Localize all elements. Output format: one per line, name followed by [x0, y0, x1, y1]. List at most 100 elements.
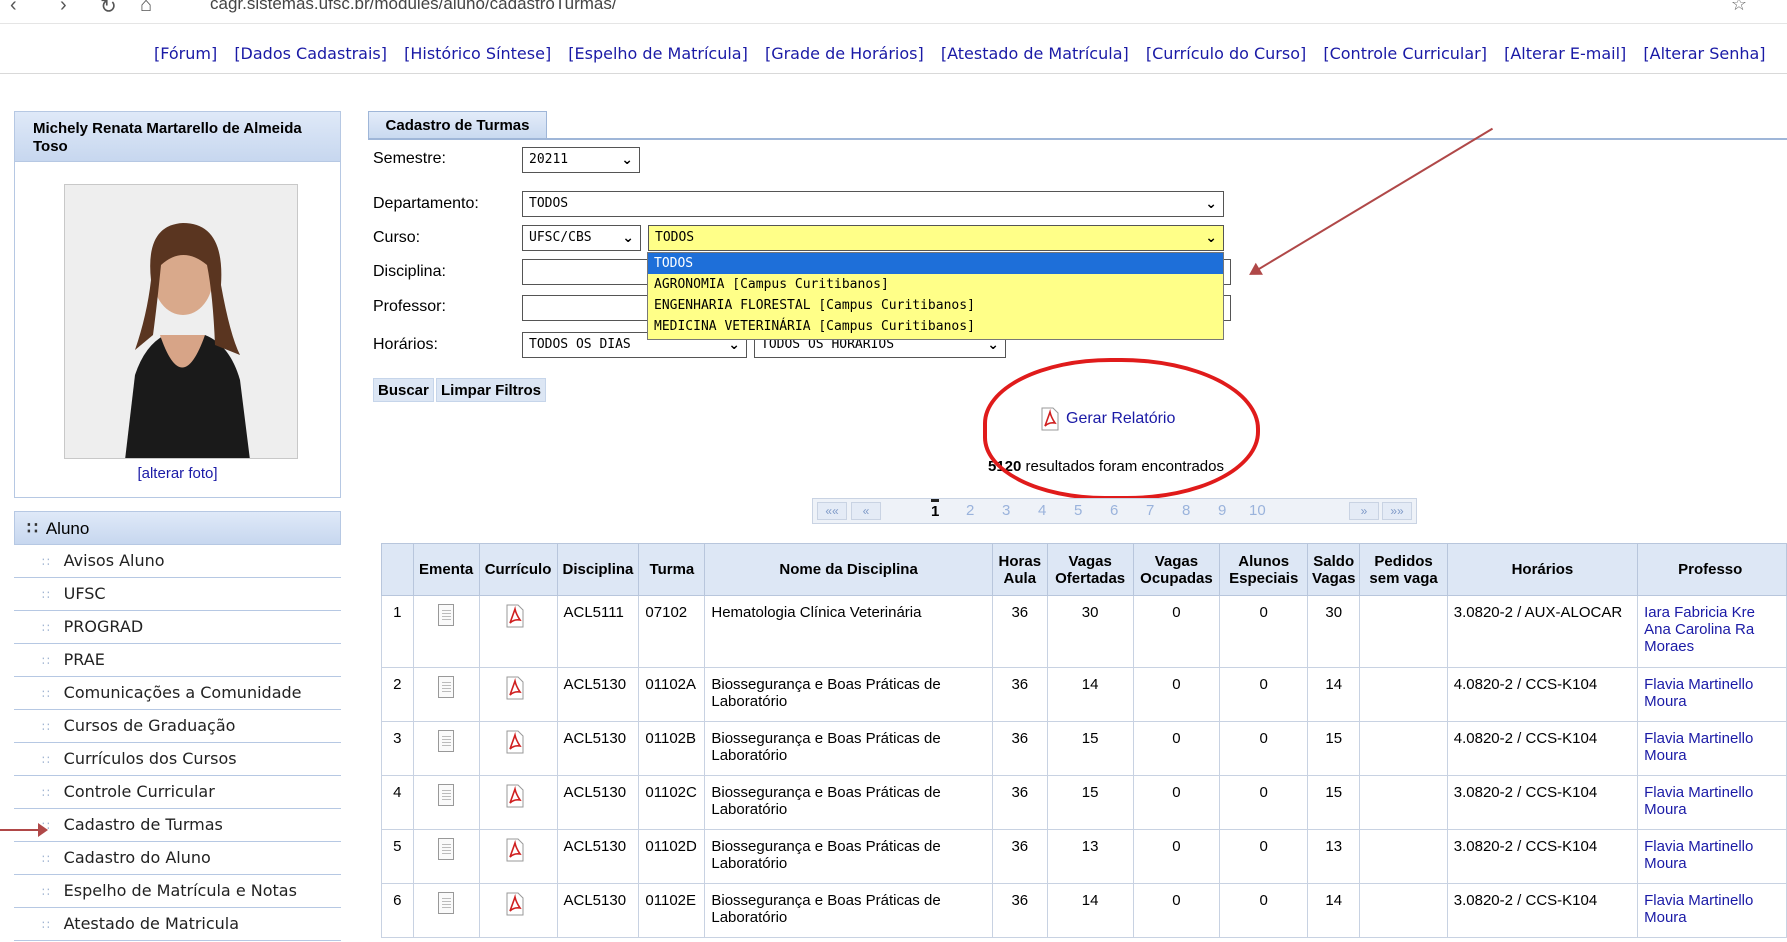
bullet-icon: ∷	[42, 654, 50, 668]
menu-header[interactable]: ∷ Aluno	[14, 511, 341, 545]
semestre-select[interactable]: 20211 ⌄	[522, 147, 640, 173]
table-row: 4 ACL5130 01102C Biossegurança e Boas Pr…	[381, 775, 1787, 830]
address-bar[interactable]: cagr.sistemas.ufsc.br/modules/aluno/cada…	[210, 0, 617, 14]
page-8[interactable]: 8	[1182, 502, 1190, 519]
back-icon[interactable]: ‹	[10, 0, 17, 17]
professor-link[interactable]: Flavia Martinello Moura	[1644, 730, 1753, 764]
bullet-icon: ∷	[42, 885, 50, 899]
curso-option[interactable]: MEDICINA VETERINÁRIA [Campus Curitibanos…	[648, 316, 1223, 337]
tab-cadastro-turmas[interactable]: Cadastro de Turmas	[368, 111, 547, 139]
bullet-icon: ∷	[42, 687, 50, 701]
next-page-button[interactable]: »	[1349, 502, 1379, 520]
page-3[interactable]: 3	[1002, 502, 1010, 519]
page-6[interactable]: 6	[1110, 502, 1118, 519]
ementa-doc-icon[interactable]	[438, 676, 455, 698]
bookmark-star-icon[interactable]: ☆	[1731, 0, 1747, 15]
search-button[interactable]: Buscar	[373, 378, 434, 402]
link-dados-cadastrais[interactable]: [Dados Cadastrais]	[234, 44, 387, 63]
page-7[interactable]: 7	[1146, 502, 1154, 519]
change-photo-link[interactable]: [alterar foto]	[15, 465, 340, 482]
col-vagas-ocupadas: Vagas Ocupadas	[1132, 543, 1221, 596]
menu-item-prae[interactable]: ∷ PRAE	[14, 644, 341, 677]
forward-icon[interactable]: ›	[60, 0, 67, 17]
menu-item-cadastro-aluno[interactable]: ∷ Cadastro do Aluno	[14, 842, 341, 875]
grip-icon: ∷	[27, 519, 38, 538]
menu-item-controle-curricular[interactable]: ∷ Controle Curricular	[14, 776, 341, 809]
curriculo-pdf-icon[interactable]	[505, 676, 525, 700]
prev-page-button[interactable]: «	[851, 502, 881, 520]
link-grade-horarios[interactable]: [Grade de Horários]	[765, 44, 924, 63]
link-historico-sintese[interactable]: [Histórico Síntese]	[404, 44, 551, 63]
curriculo-pdf-icon[interactable]	[505, 730, 525, 754]
annotation-arrow-left	[0, 823, 48, 837]
bullet-icon: ∷	[42, 621, 50, 635]
menu-item-cursos-graduacao[interactable]: ∷ Cursos de Graduação	[14, 710, 341, 743]
reload-icon[interactable]: ↻	[100, 0, 117, 19]
col-professor: Professo	[1637, 543, 1787, 596]
link-espelho-matricula[interactable]: [Espelho de Matrícula]	[568, 44, 748, 63]
first-page-button[interactable]: ««	[817, 502, 847, 520]
student-photo	[64, 184, 298, 459]
col-saldo-vagas: Saldo Vagas	[1307, 543, 1361, 596]
clear-filters-button[interactable]: Limpar Filtros	[436, 378, 547, 402]
col-turma: Turma	[638, 543, 706, 596]
bullet-icon: ∷	[42, 588, 50, 602]
link-alterar-senha[interactable]: [Alterar Senha]	[1643, 44, 1765, 63]
curriculo-pdf-icon[interactable]	[505, 838, 525, 862]
page-4[interactable]: 4	[1038, 502, 1046, 519]
table-header-row: Ementa Currículo Disciplina Turma Nome d…	[381, 543, 1787, 596]
col-index	[381, 543, 414, 596]
link-alterar-email[interactable]: [Alterar E-mail]	[1504, 44, 1626, 63]
home-icon[interactable]: ⌂	[140, 0, 152, 17]
ementa-doc-icon[interactable]	[438, 730, 455, 752]
chevron-down-icon: ⌄	[1205, 230, 1217, 246]
page-9[interactable]: 9	[1218, 502, 1226, 519]
menu-item-cadastro-turmas[interactable]: ∷Cadastro de Turmas	[14, 809, 341, 842]
campus-select[interactable]: UFSC/CBS ⌄	[522, 225, 641, 251]
curriculo-pdf-icon[interactable]	[505, 892, 525, 916]
menu-item-prograd[interactable]: ∷ PROGRAD	[14, 611, 341, 644]
bullet-icon: ∷	[42, 786, 50, 800]
student-name: Michely Renata Martarello de Almeida Tos…	[15, 112, 340, 162]
link-forum[interactable]: [Fórum]	[154, 44, 217, 63]
semestre-label: Semestre:	[373, 150, 446, 167]
page-5[interactable]: 5	[1074, 502, 1082, 519]
menu-item-curriculos-cursos[interactable]: ∷ Currículos dos Cursos	[14, 743, 341, 776]
menu-item-comunicacoes[interactable]: ∷ Comunicações a Comunidade	[14, 677, 341, 710]
professor-link[interactable]: Iara Fabricia Kre Ana Carolina Ra Moraes	[1644, 604, 1755, 655]
menu-item-atestado-matricula[interactable]: ∷ Atestado de Matricula	[14, 908, 341, 941]
ementa-doc-icon[interactable]	[438, 838, 455, 860]
chevron-down-icon: ⌄	[621, 152, 633, 168]
menu-item-espelho-matricula-notas[interactable]: ∷ Espelho de Matrícula e Notas	[14, 875, 341, 908]
professor-link[interactable]: Flavia Martinello Moura	[1644, 676, 1753, 710]
page-2[interactable]: 2	[966, 502, 974, 519]
tab-panel-border	[368, 138, 1787, 140]
menu-item-ufsc[interactable]: ∷ UFSC	[14, 578, 341, 611]
table-row: 1 ACL5111 07102 Hematologia Clínica Vete…	[381, 595, 1787, 668]
bullet-icon: ∷	[42, 555, 50, 569]
departamento-select[interactable]: TODOS ⌄	[522, 191, 1224, 217]
ementa-doc-icon[interactable]	[438, 604, 455, 626]
page-10[interactable]: 10	[1249, 502, 1266, 519]
curso-option[interactable]: AGRONOMIA [Campus Curitibanos]	[648, 274, 1223, 295]
professor-link[interactable]: Flavia Martinello Moura	[1644, 784, 1753, 818]
curso-option[interactable]: TODOS	[648, 253, 1223, 274]
curriculo-pdf-icon[interactable]	[505, 784, 525, 808]
col-alunos-especiais: Alunos Especiais	[1219, 543, 1309, 596]
ementa-doc-icon[interactable]	[438, 784, 455, 806]
professor-link[interactable]: Flavia Martinello Moura	[1644, 838, 1753, 872]
page-1[interactable]: 1	[931, 499, 940, 520]
bullet-icon: ∷	[42, 852, 50, 866]
curriculo-pdf-icon[interactable]	[505, 604, 525, 628]
curso-select[interactable]: TODOS ⌄	[648, 225, 1224, 251]
link-controle-curricular[interactable]: [Controle Curricular]	[1323, 44, 1487, 63]
link-curriculo-curso[interactable]: [Currículo do Curso]	[1146, 44, 1306, 63]
ementa-doc-icon[interactable]	[438, 892, 455, 914]
menu-item-avisos-aluno[interactable]: ∷ Avisos Aluno	[14, 545, 341, 578]
professor-link[interactable]: Flavia Martinello Moura	[1644, 892, 1753, 926]
top-links-bar: [Fórum] [Dados Cadastrais] [Histórico Sí…	[0, 44, 1787, 74]
last-page-button[interactable]: »»	[1382, 502, 1412, 520]
curso-dropdown-list: TODOS AGRONOMIA [Campus Curitibanos] ENG…	[647, 252, 1224, 340]
link-atestado-matricula[interactable]: [Atestado de Matrícula]	[941, 44, 1129, 63]
curso-option[interactable]: ENGENHARIA FLORESTAL [Campus Curitibanos…	[648, 295, 1223, 316]
